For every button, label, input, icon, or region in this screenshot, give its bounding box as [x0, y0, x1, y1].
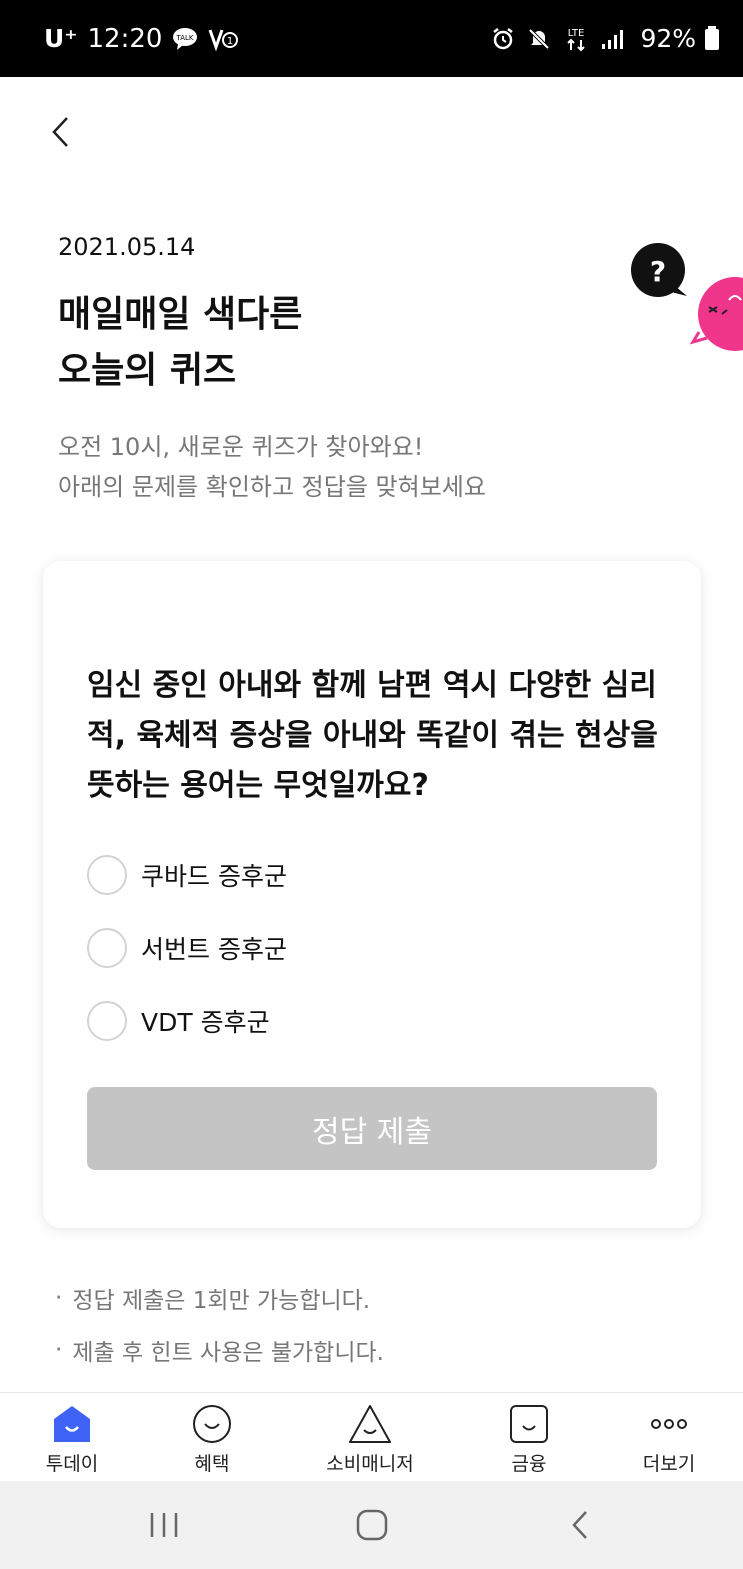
nav-label: 금융: [511, 1453, 547, 1475]
nav-item-benefit[interactable]: 혜택: [152, 1403, 272, 1476]
status-time: 12:20: [87, 23, 163, 54]
page-subtitle: 오전 10시, 새로운 퀴즈가 찾아와요! 아래의 문제를 확인하고 정답을 맞…: [58, 427, 486, 507]
radio-button[interactable]: [87, 855, 127, 895]
notes-list: · 정답 제출은 1회만 가능합니다. · 제출 후 힌트 사용은 불가합니다.: [55, 1272, 384, 1376]
quiz-question: 임신 중인 아내와 함께 남편 역시 다양한 심리적, 육체적 증상을 아내와 …: [87, 668, 658, 803]
quiz-card: 임신 중인 아내와 함께 남편 역시 다양한 심리적, 육체적 증상을 아내와 …: [43, 561, 701, 1228]
option-label: 쿠바드 증후군: [141, 862, 287, 891]
status-bar: U⁺ 12:20 TALK 1 LTE 92%: [0, 0, 743, 77]
quiz-mascot-illustration: ?: [623, 242, 743, 352]
signal-icon: [601, 28, 623, 50]
note-item: · 제출 후 힌트 사용은 불가합니다.: [55, 1324, 384, 1376]
recent-apps-button[interactable]: [139, 1505, 189, 1545]
back-arrow-icon: [572, 1511, 587, 1539]
svg-text:TALK: TALK: [176, 34, 194, 42]
benefit-icon: [193, 1405, 231, 1443]
bullet-dot: ·: [55, 1285, 63, 1311]
nav-item-finance[interactable]: 금융: [469, 1403, 589, 1476]
radio-button[interactable]: [87, 928, 127, 968]
nav-label: 더보기: [642, 1453, 696, 1475]
spending-manager-icon: [349, 1405, 391, 1443]
note-item: · 정답 제출은 1회만 가능합니다.: [55, 1272, 384, 1324]
status-right: LTE 92%: [491, 0, 719, 77]
alarm-icon: [491, 27, 515, 51]
option-label: 서번트 증후군: [141, 935, 287, 964]
nav-item-more[interactable]: 더보기: [609, 1403, 729, 1476]
nav-item-today[interactable]: 투데이: [12, 1403, 132, 1476]
nav-label: 소비매니저: [326, 1453, 414, 1475]
nav-item-spending-manager[interactable]: 소비매니저: [310, 1403, 430, 1476]
v-notification-icon: 1: [208, 27, 239, 51]
page-title: 매일매일 색다른 오늘의 퀴즈: [58, 287, 302, 399]
quiz-page: 2021.05.14 매일매일 색다른 오늘의 퀴즈 ? 오전 10시, 새로운…: [0, 77, 743, 1392]
status-left: U⁺ 12:20 TALK 1: [44, 0, 239, 77]
more-icon: [651, 1419, 687, 1429]
note-text: 제출 후 힌트 사용은 불가합니다.: [72, 1340, 384, 1366]
carrier-label: U⁺: [44, 24, 78, 53]
system-back-button[interactable]: [555, 1505, 605, 1545]
option-1[interactable]: 쿠바드 증후군: [87, 852, 287, 898]
today-icon: [54, 1406, 90, 1442]
finance-icon: [510, 1405, 548, 1443]
title-line-1: 매일매일 색다른: [58, 294, 303, 335]
mute-icon: [527, 27, 551, 51]
subtitle-line-1: 오전 10시, 새로운 퀴즈가 찾아와요!: [58, 433, 424, 461]
note-text: 정답 제출은 1회만 가능합니다.: [72, 1288, 371, 1314]
svg-text:?: ?: [650, 255, 666, 288]
chevron-left-icon: [52, 117, 68, 147]
recent-apps-icon: [150, 1513, 178, 1537]
option-label: VDT 증후군: [141, 1008, 270, 1037]
nav-label: 혜택: [194, 1453, 230, 1475]
back-button[interactable]: [40, 112, 80, 152]
svg-text:LTE: LTE: [568, 28, 585, 39]
submit-answer-button[interactable]: 정답 제출: [87, 1087, 657, 1170]
talk-notification-icon: TALK: [172, 27, 198, 51]
lte-icon: LTE: [563, 26, 589, 52]
nav-label: 투데이: [45, 1453, 99, 1475]
bullet-dot: ·: [55, 1337, 63, 1363]
svg-text:1: 1: [227, 36, 233, 47]
option-3[interactable]: VDT 증후군: [87, 998, 270, 1044]
quiz-date: 2021.05.14: [58, 233, 196, 261]
bottom-nav: 투데이 혜택 소비매니저 금융 더보기: [0, 1392, 743, 1482]
title-line-2: 오늘의 퀴즈: [58, 350, 237, 391]
home-icon: [356, 1509, 388, 1541]
battery-percent: 92%: [640, 24, 720, 53]
system-nav-bar: [0, 1481, 743, 1569]
home-button[interactable]: [347, 1505, 397, 1545]
subtitle-line-2: 아래의 문제를 확인하고 정답을 맞혀보세요: [58, 473, 486, 501]
option-2[interactable]: 서번트 증후군: [87, 925, 287, 971]
battery-icon: [705, 26, 719, 50]
radio-button[interactable]: [87, 1001, 127, 1041]
